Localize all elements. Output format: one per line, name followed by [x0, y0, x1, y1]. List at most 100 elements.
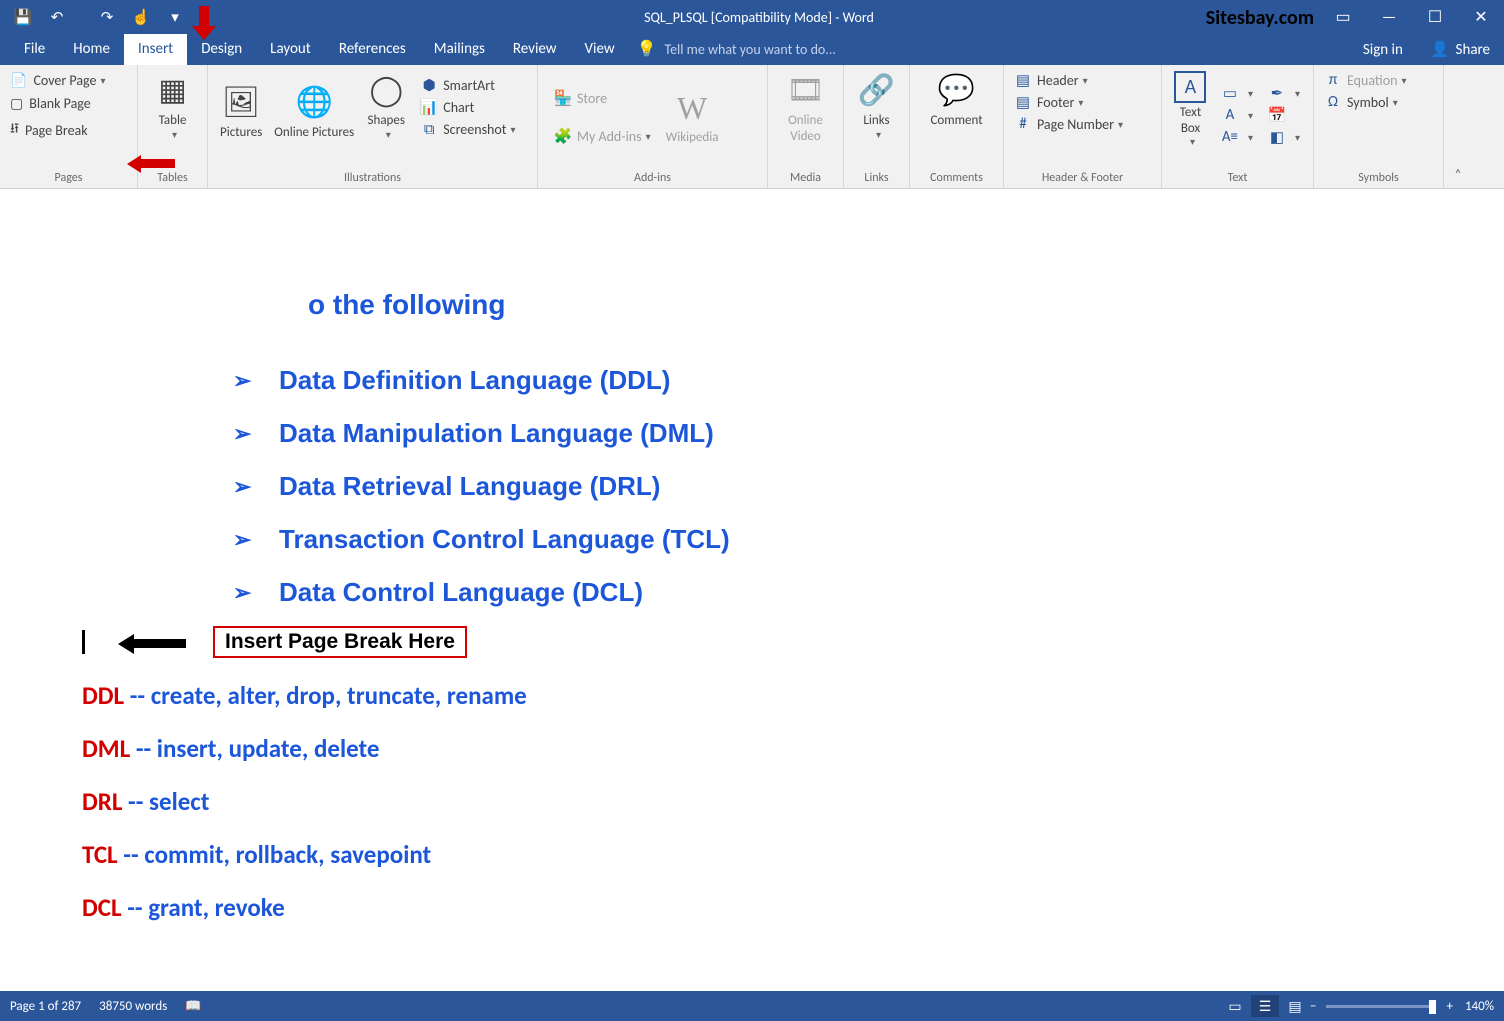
group-label-tables: Tables	[144, 167, 201, 188]
minimize-icon[interactable]: —	[1366, 2, 1412, 32]
pictures-icon: 🖼	[221, 83, 261, 123]
object-button[interactable]: ◧▾	[1264, 126, 1303, 148]
page-break-icon: ⭿	[10, 118, 19, 142]
screenshot-button[interactable]: ⧉Screenshot▾	[416, 119, 518, 141]
group-comments: 💬Comment Comments	[910, 65, 1004, 188]
group-addins: 🏪Store 🧩My Add-ins▾ WWikipedia Add-ins	[538, 65, 768, 188]
table-button[interactable]: ▦ Table ▾	[144, 69, 201, 143]
chart-icon: 📊	[419, 99, 439, 117]
tab-file[interactable]: File	[10, 34, 59, 65]
shapes-button[interactable]: ◯Shapes▾	[360, 69, 412, 143]
doc-line: DRL -- select	[82, 786, 1464, 817]
online-video-button[interactable]: 🎞Online Video	[774, 69, 837, 146]
header-button[interactable]: ▤Header▾	[1010, 69, 1155, 91]
maximize-icon[interactable]: ☐	[1412, 2, 1458, 32]
zoom-out-button[interactable]: −	[1310, 999, 1316, 1014]
chevron-down-icon: ▾	[1083, 74, 1088, 87]
bullet-icon: ➢	[233, 473, 279, 500]
tab-review[interactable]: Review	[499, 34, 571, 65]
status-page[interactable]: Page 1 of 287	[10, 999, 81, 1014]
chevron-down-icon: ▾	[1295, 87, 1300, 100]
equation-button[interactable]: πEquation▾	[1320, 69, 1437, 91]
link-icon: 🔗	[857, 71, 897, 111]
status-words[interactable]: 38750 words	[99, 999, 167, 1014]
qat-more-icon[interactable]: ▾	[162, 4, 188, 30]
tab-insert[interactable]: Insert	[124, 34, 187, 65]
status-proofing-icon[interactable]: 📖	[185, 999, 201, 1014]
store-button[interactable]: 🏪Store	[550, 87, 654, 109]
collapse-ribbon-icon[interactable]: ˄	[1444, 65, 1472, 188]
datetime-icon: 📅	[1267, 106, 1287, 124]
online-pictures-button[interactable]: 🌐Online Pictures	[268, 81, 360, 143]
group-label-text: Text	[1168, 167, 1307, 188]
group-pages: 📄 Cover Page▾ ▢ Blank Page ⭿ Page Break …	[0, 65, 138, 188]
watermark: Sitesbay.com	[1206, 6, 1314, 30]
annotation-arrow-left-icon	[118, 634, 186, 652]
textbox-button[interactable]: AText Box▾	[1168, 69, 1213, 150]
dropcap-icon: A≡	[1220, 128, 1240, 146]
doc-heading: o the following	[308, 289, 1464, 321]
wordart-button[interactable]: A▾	[1217, 104, 1256, 126]
wikipedia-button[interactable]: WWikipedia	[660, 86, 725, 148]
view-print-icon[interactable]: ☰	[1251, 995, 1279, 1017]
redo-icon[interactable]: ↷	[94, 4, 120, 30]
sign-in-link[interactable]: Sign in	[1349, 35, 1417, 65]
object-icon: ◧	[1267, 128, 1287, 146]
save-icon[interactable]: 💾	[10, 4, 36, 30]
view-web-icon[interactable]: ▤	[1281, 995, 1309, 1017]
comment-button[interactable]: 💬Comment	[916, 69, 997, 131]
signature-button[interactable]: ✒▾	[1264, 82, 1303, 104]
bullet-icon: ➢	[233, 579, 279, 606]
tab-home[interactable]: Home	[59, 34, 124, 65]
my-addins-button[interactable]: 🧩My Add-ins▾	[550, 125, 654, 147]
list-item: ➢Data Control Language (DCL)	[233, 577, 1464, 608]
pictures-button[interactable]: 🖼Pictures	[214, 81, 268, 143]
view-read-icon[interactable]: ▭	[1221, 995, 1249, 1017]
quickparts-button[interactable]: ▭▾	[1217, 82, 1256, 104]
chevron-down-icon: ▾	[646, 130, 651, 143]
ribbon-options-icon[interactable]: ▭	[1320, 2, 1366, 32]
tab-layout[interactable]: Layout	[256, 34, 325, 65]
chevron-down-icon: ▾	[510, 123, 515, 136]
dropcap-button[interactable]: A≡▾	[1217, 126, 1256, 148]
group-label-addins: Add-ins	[544, 167, 761, 188]
bullet-text: Data Definition Language (DDL)	[279, 365, 670, 396]
smartart-button[interactable]: ⬢SmartArt	[416, 75, 518, 97]
datetime-button[interactable]: 📅	[1264, 104, 1303, 126]
ribbon: 📄 Cover Page▾ ▢ Blank Page ⭿ Page Break …	[0, 65, 1504, 189]
wordart-icon: A	[1220, 106, 1240, 124]
undo-icon[interactable]: ↶	[44, 4, 70, 30]
symbol-button[interactable]: ΩSymbol▾	[1320, 91, 1437, 113]
tab-view[interactable]: View	[571, 34, 629, 65]
zoom-slider[interactable]	[1326, 1005, 1436, 1008]
group-label-pages: Pages	[6, 167, 131, 188]
video-icon: 🎞	[786, 71, 826, 111]
chart-button[interactable]: 📊Chart	[416, 97, 518, 119]
tab-mailings[interactable]: Mailings	[420, 34, 499, 65]
page-number-button[interactable]: #Page Number▾	[1010, 113, 1155, 135]
document-pane[interactable]: o the following ➢ Data Definition Languag…	[0, 189, 1504, 991]
close-icon[interactable]: ✕	[1458, 2, 1504, 32]
bullet-text: Data Manipulation Language (DML)	[279, 418, 714, 449]
group-symbols: πEquation▾ ΩSymbol▾ Symbols	[1314, 65, 1444, 188]
tab-references[interactable]: References	[325, 34, 420, 65]
share-button[interactable]: Share	[1417, 34, 1504, 65]
tell-me-box[interactable]: 💡 Tell me what you want to do...	[629, 33, 1349, 65]
blank-page-button[interactable]: ▢ Blank Page	[6, 92, 131, 115]
cover-page-button[interactable]: 📄 Cover Page▾	[6, 69, 131, 92]
footer-button[interactable]: ▤Footer▾	[1010, 91, 1155, 113]
store-icon: 🏪	[553, 89, 573, 107]
quickparts-icon: ▭	[1220, 84, 1240, 102]
touch-mode-icon[interactable]: ☝	[128, 4, 154, 30]
page-break-button[interactable]: ⭿ Page Break	[6, 115, 131, 145]
links-button[interactable]: 🔗Links▾	[850, 69, 903, 143]
signature-icon: ✒	[1267, 84, 1287, 102]
zoom-in-button[interactable]: +	[1446, 999, 1452, 1014]
list-item: ➢Transaction Control Language (TCL)	[233, 524, 1464, 555]
zoom-thumb[interactable]	[1429, 1000, 1436, 1014]
lightbulb-icon: 💡	[637, 39, 657, 59]
blank-page-icon: ▢	[10, 95, 23, 112]
zoom-percent[interactable]: 140%	[1465, 999, 1494, 1014]
list-item: ➢Data Manipulation Language (DML)	[233, 418, 1464, 449]
chevron-down-icon: ▾	[1190, 136, 1195, 148]
